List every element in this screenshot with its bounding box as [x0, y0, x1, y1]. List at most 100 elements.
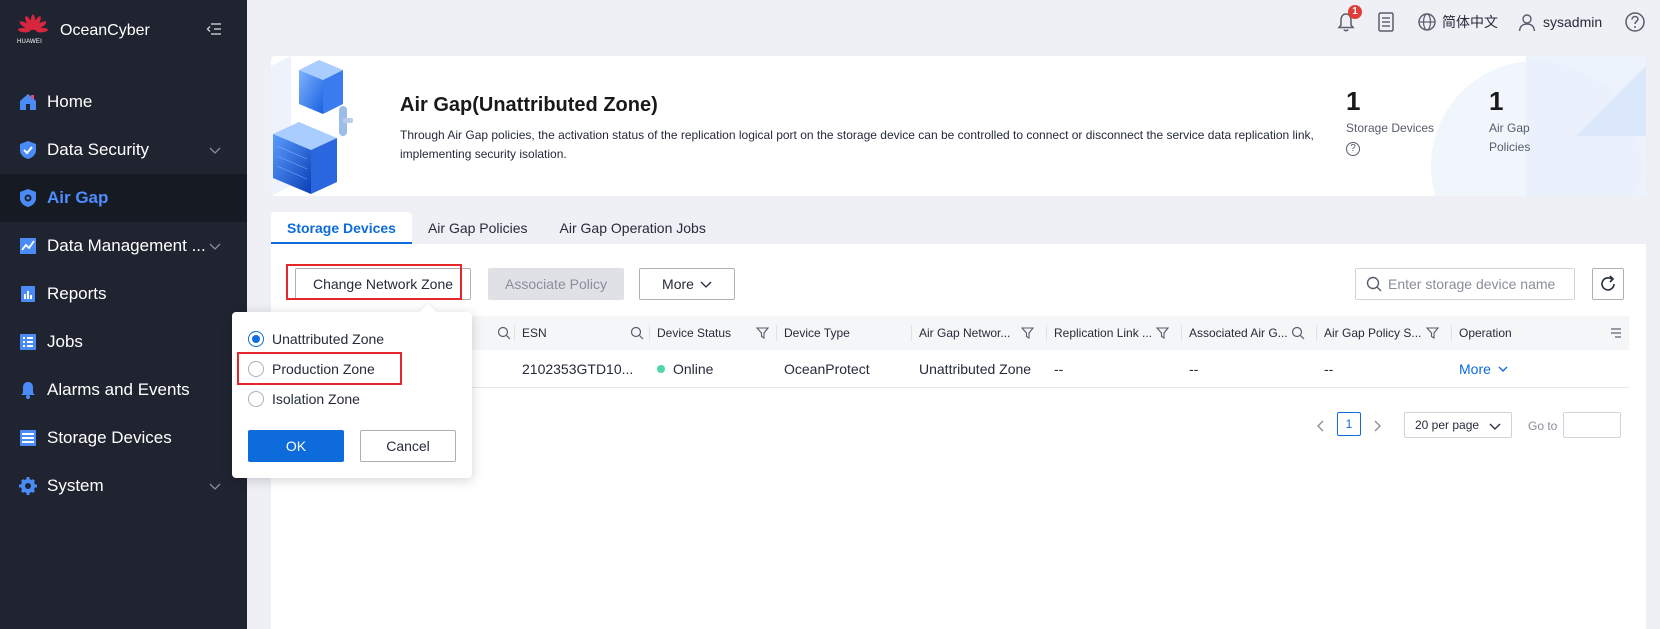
chevron-down-icon [209, 147, 221, 154]
column-header-associated-air-gap: Associated Air G... [1189, 326, 1288, 340]
sidebar-item-data-security[interactable]: Data Security [0, 126, 247, 174]
username: sysadmin [1543, 14, 1603, 30]
task-list-button[interactable] [1376, 10, 1396, 34]
search-placeholder: Enter storage device name [1388, 276, 1556, 292]
highlight-box [286, 264, 462, 300]
radio-label: Unattributed Zone [272, 331, 385, 347]
jobs-icon [20, 334, 36, 350]
page-description: Through Air Gap policies, the activation… [400, 128, 1314, 161]
goto-page-input[interactable] [1563, 412, 1621, 438]
sidebar-item-air-gap[interactable]: Air Gap [0, 174, 247, 222]
tab-air-gap-operation-jobs[interactable]: Air Gap Operation Jobs [544, 212, 722, 244]
sidebar-item-storage-devices[interactable]: Storage Devices [0, 414, 247, 462]
column-header-replication-link: Replication Link ... [1054, 326, 1153, 340]
more-label: More [662, 276, 694, 292]
refresh-icon [1601, 275, 1615, 291]
previous-page-icon[interactable] [1315, 420, 1327, 432]
tab-air-gap-policies[interactable]: Air Gap Policies [412, 212, 544, 244]
column-settings-icon[interactable] [1609, 326, 1623, 340]
stat-storage-devices: 1 Storage Devices ? [1346, 86, 1434, 156]
associate-policy-button[interactable]: Associate Policy [488, 268, 624, 300]
per-page-select[interactable]: 20 per page [1404, 412, 1512, 438]
radio-unchecked-icon [248, 391, 264, 407]
filter-icon[interactable] [1426, 326, 1440, 340]
sidebar: HUAWEI OceanCyber Home Data Security Air… [0, 0, 247, 629]
filter-icon[interactable] [1021, 326, 1035, 340]
column-header-operation: Operation [1459, 326, 1512, 340]
sidebar-item-reports[interactable]: Reports [0, 270, 247, 318]
sidebar-item-label: System [47, 476, 104, 495]
language-label: 简体中文 [1442, 14, 1498, 30]
radio-isolation-zone[interactable]: Isolation Zone [248, 389, 360, 409]
huawei-logo-icon: HUAWEI [17, 14, 48, 48]
search-icon [1366, 276, 1382, 292]
online-status-dot [657, 365, 665, 373]
chevron-down-icon [700, 281, 712, 288]
more-actions-button[interactable]: More [639, 268, 735, 300]
sidebar-nav: Home Data Security Air Gap Data Manageme… [0, 78, 247, 510]
help-icon [1625, 12, 1645, 32]
sidebar-item-label: Reports [47, 284, 107, 303]
user-icon [1518, 14, 1536, 32]
sidebar-item-home[interactable]: Home [0, 78, 247, 126]
chevron-down-icon [209, 483, 221, 490]
filter-icon[interactable] [1156, 326, 1170, 340]
ok-button[interactable]: OK [248, 430, 344, 462]
help-button[interactable] [1624, 10, 1646, 34]
sidebar-item-jobs[interactable]: Jobs [0, 318, 247, 366]
logo-text: HUAWEI [17, 39, 42, 45]
collapse-menu-icon[interactable] [206, 22, 222, 36]
bell-icon [21, 382, 35, 399]
sidebar-item-label: Data Security [47, 140, 150, 159]
cell-network-zone: Unattributed Zone [919, 361, 1032, 377]
chevron-down-icon [1489, 423, 1501, 430]
notifications-button[interactable]: 1 [1335, 5, 1362, 34]
user-menu[interactable]: sysadmin [1517, 10, 1602, 34]
cancel-button[interactable]: Cancel [360, 430, 456, 462]
search-icon[interactable] [630, 326, 644, 340]
sidebar-item-label: Jobs [47, 332, 83, 351]
language-switcher[interactable]: 简体中文 [1417, 10, 1498, 34]
radio-unattributed-zone[interactable]: Unattributed Zone [248, 329, 384, 349]
storage-devices-panel: Change Network Zone Associate Policy Mor… [271, 244, 1646, 629]
gear-icon [19, 477, 37, 495]
storage-icon [20, 430, 36, 446]
air-gap-banner: Air Gap(Unattributed Zone) Through Air G… [271, 56, 1646, 196]
search-icon[interactable] [1291, 326, 1305, 340]
stat-air-gap-policies: 1 Air Gap Policies [1489, 86, 1530, 157]
filter-icon[interactable] [756, 326, 770, 340]
search-icon[interactable] [497, 326, 511, 340]
refresh-button[interactable] [1592, 268, 1624, 300]
air-gap-icon [20, 189, 36, 207]
question-icon[interactable]: ? [1346, 142, 1360, 156]
page-title: Air Gap(Unattributed Zone) [400, 94, 658, 116]
home-icon [20, 94, 36, 110]
cell-policy-status: -- [1324, 361, 1334, 377]
more-link-label: More [1459, 361, 1491, 377]
sidebar-item-data-management[interactable]: Data Management ... [0, 222, 247, 270]
highlight-box [237, 352, 402, 385]
sidebar-item-label: Data Management ... [47, 236, 206, 255]
cell-device-status: Online [649, 350, 713, 388]
status-text: Online [673, 361, 714, 377]
goto-label: Go to [1528, 419, 1558, 433]
stat-label-line: Policies [1489, 140, 1531, 154]
radio-label: Isolation Zone [272, 391, 360, 407]
cell-esn: 2102353GTD10... [522, 361, 634, 377]
table-header: ESN Device Status Device Type Air Gap Ne… [287, 316, 1629, 350]
sidebar-item-alarms-events[interactable]: Alarms and Events [0, 366, 247, 414]
tab-storage-devices[interactable]: Storage Devices [271, 212, 412, 244]
chevron-down-icon [209, 243, 221, 250]
sidebar-item-label: Alarms and Events [47, 380, 190, 399]
device-search-input[interactable]: Enter storage device name [1355, 268, 1575, 300]
shield-icon [20, 141, 36, 159]
cell-device-type: OceanProtect [784, 361, 870, 377]
chevron-down-icon [1498, 366, 1508, 372]
row-more-actions-link[interactable]: More [1451, 350, 1508, 388]
page-number-current[interactable]: 1 [1337, 412, 1361, 436]
cell-associated-air-gap: -- [1189, 361, 1199, 377]
sidebar-item-label: Home [47, 92, 93, 111]
sidebar-item-label: Storage Devices [47, 428, 172, 447]
sidebar-item-system[interactable]: System [0, 462, 247, 510]
next-page-icon[interactable] [1371, 420, 1383, 432]
